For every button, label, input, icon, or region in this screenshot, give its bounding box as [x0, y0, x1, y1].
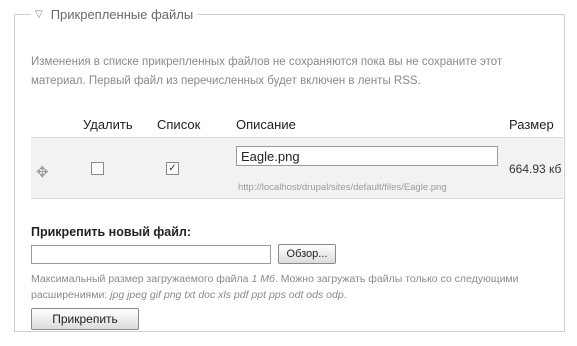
- attach-new-file-label: Прикрепить новый файл:: [31, 225, 192, 239]
- table-row: ✥ ✓ http://localhost/drupal/sites/defaul…: [31, 138, 563, 199]
- header-list: Список: [157, 117, 201, 132]
- header-delete: Удалить: [83, 117, 133, 132]
- list-checkbox[interactable]: ✓: [166, 162, 179, 175]
- browse-button[interactable]: Обзор...: [278, 244, 336, 264]
- file-size: 664.93 кб: [509, 162, 562, 176]
- header-description: Описание: [236, 117, 296, 132]
- attach-button[interactable]: Прикрепить: [31, 308, 139, 330]
- upload-hint: Максимальный размер загружаемого файла 1…: [31, 273, 519, 301]
- header-size: Размер: [509, 117, 554, 132]
- max-size: 1 Мб: [251, 273, 275, 285]
- file-description-input[interactable]: [236, 146, 498, 166]
- fieldset-legend[interactable]: ▽ Прикрепленные файлы: [31, 7, 198, 22]
- fieldset-title[interactable]: Прикрепленные файлы: [51, 7, 194, 22]
- attachments-fieldset: ▽ Прикрепленные файлы Изменения в списке…: [14, 7, 565, 332]
- fieldset-description: Изменения в списке прикрепленных файлов …: [31, 56, 503, 87]
- collapse-triangle-icon[interactable]: ▽: [35, 9, 43, 20]
- allowed-extensions: jpg jpeg gif png txt doc xls pdf ppt pps…: [110, 289, 344, 301]
- file-url[interactable]: http://localhost/drupal/sites/default/fi…: [238, 182, 447, 193]
- drag-handle-icon[interactable]: ✥: [36, 163, 49, 181]
- file-upload-input[interactable]: [31, 245, 271, 264]
- delete-checkbox[interactable]: [91, 162, 104, 175]
- table-header: Удалить Список Описание Размер: [31, 109, 563, 138]
- attachments-table: Удалить Список Описание Размер ✥ ✓ http:…: [31, 109, 563, 199]
